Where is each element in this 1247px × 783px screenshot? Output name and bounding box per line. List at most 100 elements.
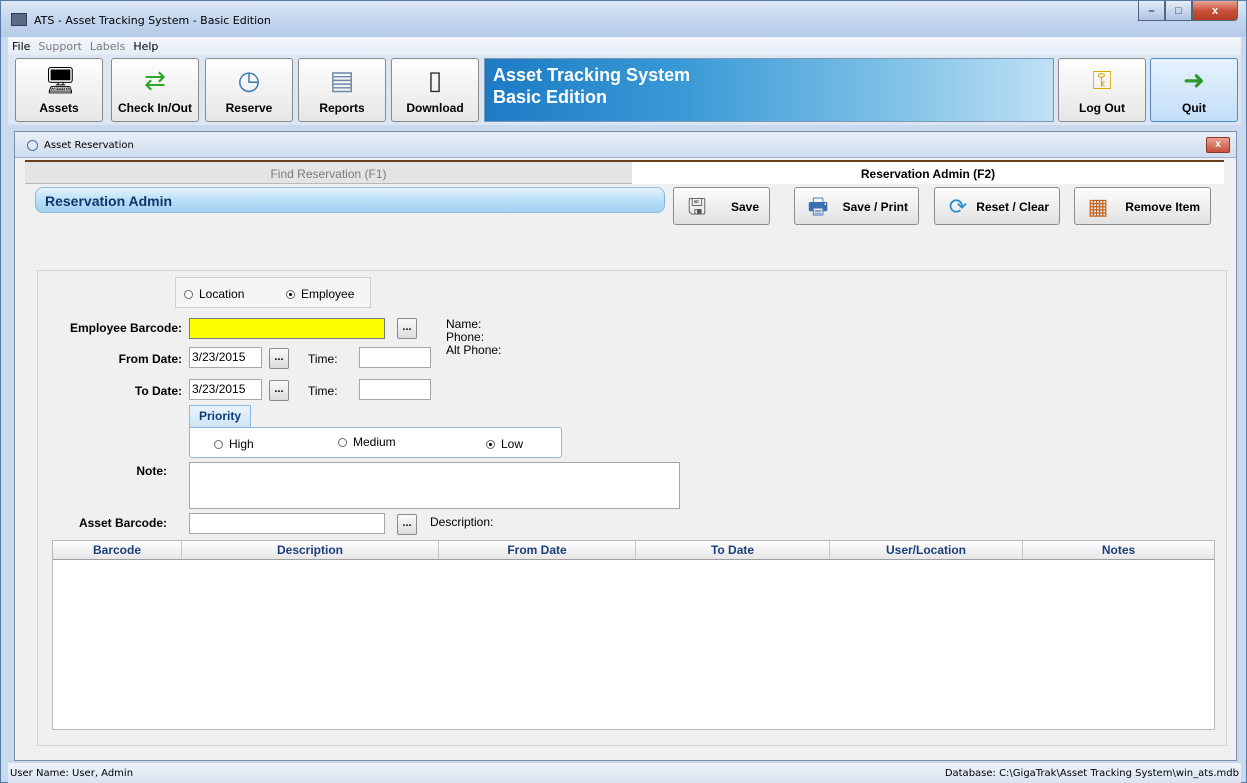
status-database: Database: C:\GigaTrak\Asset Tracking Sys… <box>944 768 1239 779</box>
reserve-label: Reserve <box>225 101 273 115</box>
name-label: Name: <box>446 317 482 331</box>
remove-item-button[interactable]: ▦ Remove Item <box>1074 187 1211 225</box>
priority-group: High Medium Low <box>189 427 562 458</box>
quit-button[interactable]: ➜ Quit <box>1150 58 1238 122</box>
to-time-input[interactable] <box>359 379 431 400</box>
reserve-button[interactable]: ◷ Reserve <box>205 58 293 122</box>
reset-clear-button[interactable]: ⟳ Reset / Clear <box>934 187 1060 225</box>
reports-label: Reports <box>319 101 365 115</box>
column-description[interactable]: Description <box>182 541 439 559</box>
location-radio-circle[interactable] <box>184 289 193 299</box>
column-notes[interactable]: Notes <box>1023 541 1214 559</box>
menu-labels[interactable]: Labels <box>86 40 129 53</box>
log-out-button[interactable]: ⚿ Log Out <box>1058 58 1146 122</box>
asset-browse-button[interactable]: ... <box>397 514 417 535</box>
note-label: Note: <box>136 464 167 478</box>
child-title-bar[interactable]: Asset Reservation x <box>15 132 1236 158</box>
asset-reservation-window: Asset Reservation x Find Reservation (F1… <box>14 131 1237 761</box>
menu-bar: File Support Labels Help <box>8 37 1241 55</box>
app-window: ATS - Asset Tracking System - Basic Edit… <box>0 0 1247 783</box>
note-textarea[interactable] <box>189 462 680 509</box>
priority-header: Priority <box>189 405 251 427</box>
employee-barcode-input[interactable] <box>189 318 385 339</box>
remove-row-icon: ▦ <box>1087 194 1109 219</box>
assets-label: Assets <box>39 101 79 115</box>
column-barcode[interactable]: Barcode <box>53 541 182 559</box>
refresh-icon: ⟳ <box>948 194 968 219</box>
save-print-button[interactable]: 🖶 Save / Print <box>794 187 919 225</box>
download-label: Download <box>406 101 464 115</box>
to-date-input[interactable]: 3/23/2015 <box>189 379 262 400</box>
status-user: User Name: User, Admin <box>10 768 134 779</box>
priority-high-label: High <box>229 437 254 451</box>
priority-medium-radio[interactable]: Medium <box>338 435 396 449</box>
reset-clear-label: Reset / Clear <box>976 200 1049 214</box>
log-out-label: Log Out <box>1079 101 1125 115</box>
minimize-button[interactable]: – <box>1138 1 1165 21</box>
close-button[interactable]: x <box>1192 1 1238 21</box>
asset-barcode-label: Asset Barcode: <box>78 516 167 530</box>
from-time-label: Time: <box>308 352 338 366</box>
asset-barcode-input[interactable] <box>189 513 385 534</box>
menu-support[interactable]: Support <box>34 40 85 53</box>
child-close-button[interactable]: x <box>1206 137 1230 153</box>
priority-medium-label: Medium <box>353 435 396 449</box>
employee-radio-circle[interactable] <box>286 289 295 299</box>
mobile-device-icon: ▯ <box>427 65 443 95</box>
save-print-label: Save / Print <box>842 200 908 214</box>
main-toolbar: 🖥 Assets ⇄ Check In/Out ◷ Reserve ▤ Repo… <box>8 55 1241 125</box>
employee-browse-button[interactable]: ... <box>397 318 417 339</box>
employee-radio-label: Employee <box>301 287 355 301</box>
child-window-title: Asset Reservation <box>44 140 134 151</box>
column-from-date[interactable]: From Date <box>439 541 636 559</box>
printer-disk-icon: 🖶 <box>807 194 829 219</box>
description-label: Description: <box>430 515 494 529</box>
save-label: Save <box>730 200 759 214</box>
to-date-picker-button[interactable]: ... <box>269 380 289 401</box>
mode-radio-group: Location Employee <box>175 277 371 308</box>
maximize-button[interactable]: □ <box>1165 1 1192 21</box>
location-radio-label: Location <box>199 287 245 301</box>
to-date-label: To Date: <box>134 384 182 398</box>
menu-file[interactable]: File <box>8 40 34 53</box>
priority-low-circle[interactable] <box>486 439 495 449</box>
priority-high-radio[interactable]: High <box>214 437 254 451</box>
assets-button[interactable]: 🖥 Assets <box>15 58 103 122</box>
tab-find-reservation[interactable]: Find Reservation (F1) <box>25 160 632 184</box>
priority-low-label: Low <box>501 437 524 451</box>
priority-low-radio[interactable]: Low <box>486 437 523 451</box>
employee-radio[interactable]: Employee <box>286 287 354 301</box>
quit-label: Quit <box>1182 101 1206 115</box>
window-controls: – □ x <box>1138 1 1238 21</box>
reports-button[interactable]: ▤ Reports <box>298 58 386 122</box>
tab-reservation-admin[interactable]: Reservation Admin (F2) <box>632 160 1224 184</box>
banner-subtitle: Basic Edition <box>493 87 608 107</box>
menu-help[interactable]: Help <box>129 40 162 53</box>
column-user-location[interactable]: User/Location <box>830 541 1023 559</box>
check-in-out-label: Check In/Out <box>117 101 192 115</box>
employee-barcode-label: Employee Barcode: <box>69 321 182 335</box>
reservation-clock-icon <box>27 140 38 151</box>
download-button[interactable]: ▯ Download <box>391 58 479 122</box>
phone-label: Phone: <box>446 330 485 344</box>
priority-medium-circle[interactable] <box>338 437 347 447</box>
from-date-input[interactable]: 3/23/2015 <box>189 347 262 368</box>
section-header: Reservation Admin <box>35 187 665 213</box>
title-bar[interactable]: ATS - Asset Tracking System - Basic Edit… <box>1 1 1246 37</box>
from-date-picker-button[interactable]: ... <box>269 348 289 369</box>
window-title: ATS - Asset Tracking System - Basic Edit… <box>34 14 271 27</box>
product-banner: Asset Tracking System Basic Edition <box>484 58 1054 122</box>
check-in-out-button[interactable]: ⇄ Check In/Out <box>111 58 199 122</box>
app-icon[interactable] <box>11 13 27 26</box>
from-time-input[interactable] <box>359 347 431 368</box>
key-icon: ⚿ <box>1092 65 1112 95</box>
location-radio[interactable]: Location <box>184 287 244 301</box>
reservation-items-table[interactable]: Barcode Description From Date To Date Us… <box>52 540 1215 730</box>
exchange-arrows-icon: ⇄ <box>144 65 166 95</box>
column-to-date[interactable]: To Date <box>636 541 830 559</box>
priority-high-circle[interactable] <box>214 439 223 449</box>
tab-strip: Find Reservation (F1) Reservation Admin … <box>25 160 1224 184</box>
remove-item-label: Remove Item <box>1125 200 1200 214</box>
save-button[interactable]: 🖫 Save <box>673 187 770 225</box>
table-header-row: Barcode Description From Date To Date Us… <box>53 541 1214 560</box>
